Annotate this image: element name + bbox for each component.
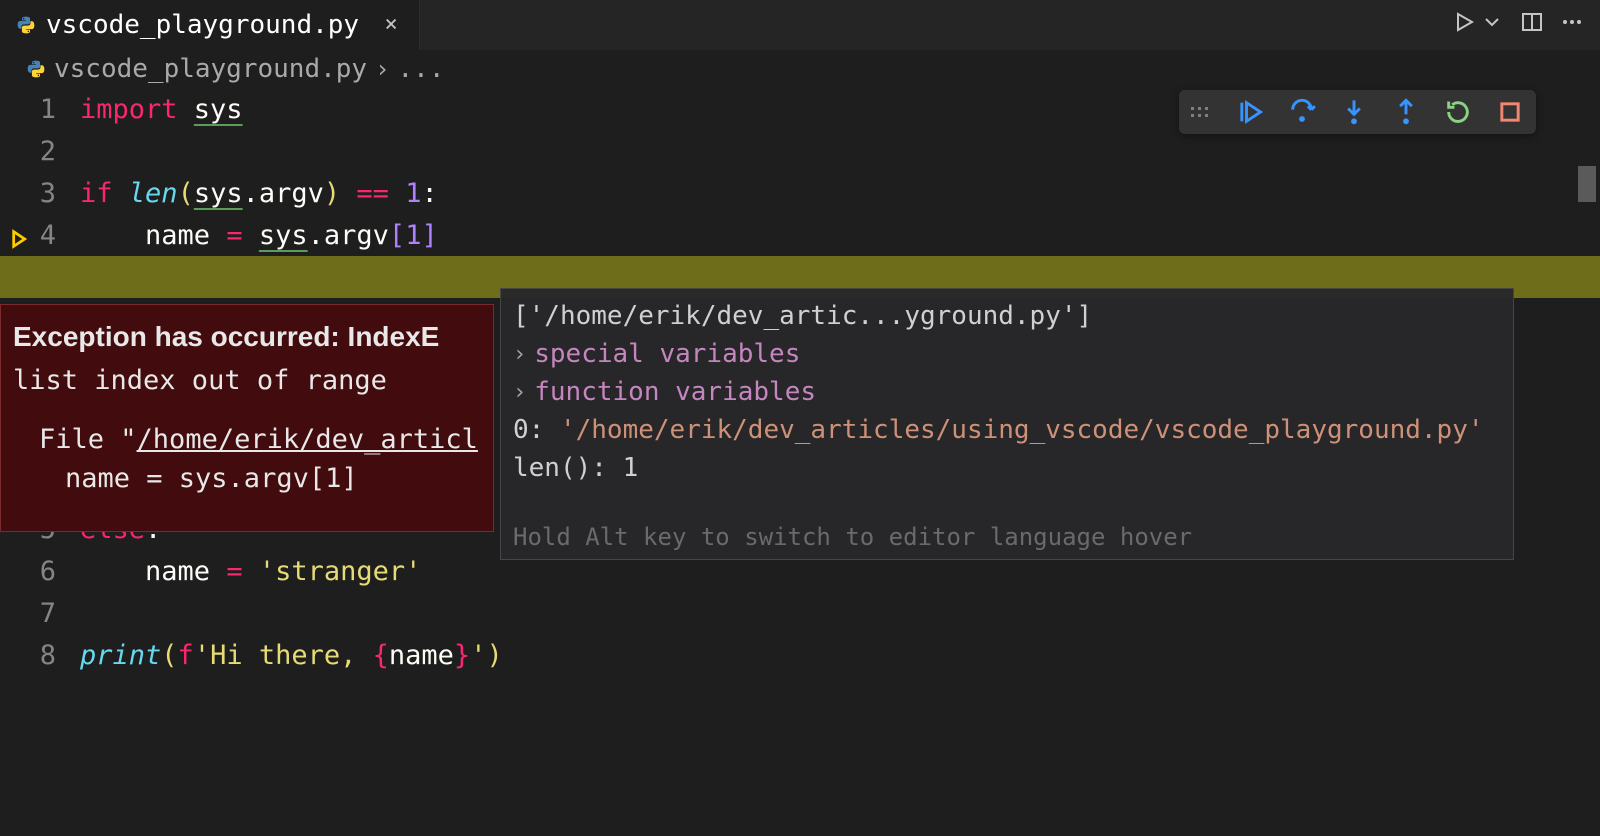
- hover-expand-special[interactable]: › special variables: [513, 335, 1501, 373]
- file-tab[interactable]: vscode_playground.py ×: [0, 0, 420, 50]
- split-editor-icon[interactable]: [1520, 10, 1544, 34]
- chevron-down-icon[interactable]: [1480, 10, 1504, 34]
- code-text: print(f'Hi there, {name}'): [80, 640, 503, 671]
- hover-len: len(): 1: [513, 449, 1501, 487]
- code-text: name = sys.argv[1]: [80, 220, 438, 251]
- line-number: 1: [16, 94, 80, 125]
- code-text: if len(sys.argv) == 1:: [80, 178, 438, 209]
- current-frame-icon: [10, 226, 28, 244]
- chevron-right-icon: ›: [513, 342, 526, 367]
- exception-trace-line: name = sys.argv[1]: [65, 463, 481, 494]
- exception-panel: Exception has occurred: IndexE list inde…: [0, 304, 494, 532]
- line-number: 8: [16, 640, 80, 671]
- close-icon[interactable]: ×: [379, 13, 403, 37]
- exception-trace-file: File "/home/erik/dev_articl: [39, 424, 481, 455]
- code-text: name = 'stranger': [80, 556, 421, 587]
- exception-message: list index out of range: [13, 365, 481, 396]
- more-icon[interactable]: [1560, 10, 1584, 34]
- chevron-right-icon: ›: [513, 380, 526, 405]
- breadcrumb[interactable]: vscode_playground.py › ...: [0, 50, 1600, 88]
- code-text: import sys: [80, 94, 243, 125]
- python-file-icon: [26, 59, 46, 79]
- hover-expand-function[interactable]: › function variables: [513, 373, 1501, 411]
- line-number: 3: [16, 178, 80, 209]
- tab-title: vscode_playground.py: [46, 10, 359, 40]
- exception-title: Exception has occurred: IndexE: [13, 321, 481, 353]
- hover-index-0: 0: '/home/erik/dev_articles/using_vscode…: [513, 411, 1501, 449]
- chevron-right-icon: ›: [375, 55, 389, 83]
- hover-value: ['/home/erik/dev_artic...yground.py']: [513, 297, 1501, 335]
- line-number: 2: [16, 136, 80, 167]
- line-number: 7: [16, 598, 80, 629]
- breadcrumb-filename: vscode_playground.py: [54, 54, 367, 84]
- minimap-slider[interactable]: [1578, 166, 1596, 202]
- debug-hover-panel: ['/home/erik/dev_artic...yground.py'] › …: [500, 288, 1514, 560]
- line-number: 6: [16, 556, 80, 587]
- python-file-icon: [16, 15, 36, 35]
- editor-actions: [1452, 10, 1584, 34]
- run-icon[interactable]: [1452, 10, 1476, 34]
- tab-bar: vscode_playground.py ×: [0, 0, 1600, 50]
- breadcrumb-ellipsis: ...: [398, 54, 445, 84]
- hover-footer-hint: Hold Alt key to switch to editor languag…: [513, 523, 1501, 551]
